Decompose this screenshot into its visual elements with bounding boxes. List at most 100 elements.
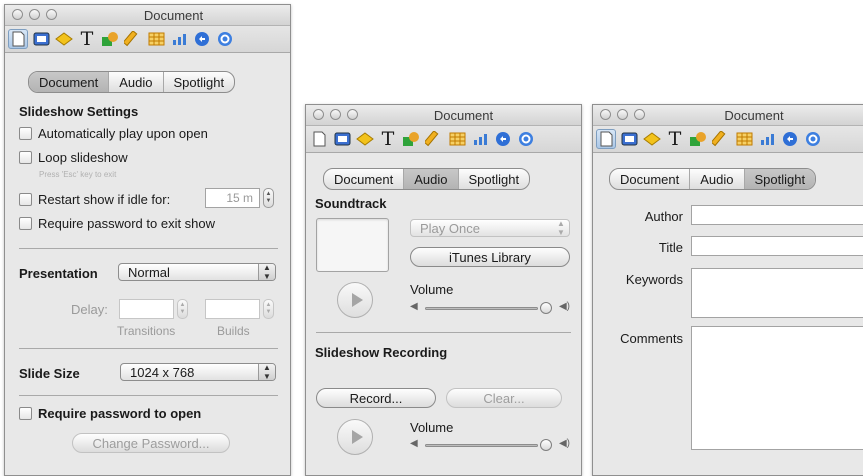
record-button[interactable]: Record... xyxy=(316,388,436,408)
tab-audio[interactable]: Audio xyxy=(404,169,459,189)
slide-inspector-icon[interactable] xyxy=(332,129,352,149)
slide-size-popup[interactable]: 1024 x 768 ▲ ▼ xyxy=(120,363,276,381)
idle-time-field[interactable]: 15 m xyxy=(205,188,260,208)
chart-inspector-icon[interactable] xyxy=(169,29,189,49)
metrics-inspector-icon[interactable] xyxy=(711,129,731,149)
inspector-toolbar: T xyxy=(5,26,290,53)
transition-delay-field[interactable] xyxy=(119,299,174,319)
zoom-button[interactable] xyxy=(46,9,57,20)
window-title: Document xyxy=(143,8,204,23)
build-delay-field[interactable] xyxy=(205,299,260,319)
text-inspector-icon[interactable]: T xyxy=(77,29,97,49)
checkbox-box[interactable] xyxy=(19,151,32,164)
checkbox-box[interactable] xyxy=(19,217,32,230)
slide-size-label: Slide Size xyxy=(19,366,80,381)
change-password-button[interactable]: Change Password... xyxy=(72,433,230,453)
itunes-library-button[interactable]: iTunes Library xyxy=(410,247,570,267)
build-inspector-icon[interactable] xyxy=(355,129,375,149)
inspector-toolbar: T xyxy=(306,126,581,153)
tab-audio[interactable]: Audio xyxy=(690,169,745,189)
restart-idle-checkbox[interactable]: Restart show if idle for: xyxy=(19,192,170,207)
tab-document[interactable]: Document xyxy=(324,169,405,189)
play-mode-popup[interactable]: Play Once ▲ ▼ xyxy=(410,219,570,237)
soundtrack-play-button[interactable] xyxy=(337,282,373,318)
inspector-tabs: Document Audio Spotlight xyxy=(28,71,236,93)
tab-spotlight[interactable]: Spotlight xyxy=(459,169,530,189)
idle-time-value: 15 m xyxy=(226,191,253,205)
require-open-label: Require password to open xyxy=(38,406,202,421)
graphic-inspector-icon[interactable] xyxy=(401,129,421,149)
checkbox-box[interactable] xyxy=(19,193,32,206)
quicktime-inspector-icon[interactable] xyxy=(803,129,823,149)
quicktime-inspector-icon[interactable] xyxy=(516,129,536,149)
hyperlink-inspector-icon[interactable] xyxy=(192,29,212,49)
slider-track xyxy=(425,444,538,447)
minimize-button[interactable] xyxy=(330,109,341,120)
soundtrack-drop-well[interactable] xyxy=(316,218,389,272)
presentation-label: Presentation xyxy=(19,266,98,281)
title-field[interactable] xyxy=(691,236,863,256)
comments-field[interactable] xyxy=(691,326,863,450)
build-delay-stepper[interactable]: ▲ ▼ xyxy=(263,299,274,319)
audio-inspector-window: Document T Document Audio Spotlight Soun… xyxy=(305,104,582,476)
title-bar[interactable]: Document xyxy=(593,105,863,126)
soundtrack-volume-slider[interactable]: ◀ ◀) xyxy=(410,301,570,314)
popup-arrows-icon: ▲ ▼ xyxy=(258,263,275,281)
transition-delay-stepper[interactable]: ▲ ▼ xyxy=(177,299,188,319)
checkbox-box[interactable] xyxy=(19,407,32,420)
tab-spotlight[interactable]: Spotlight xyxy=(744,169,816,189)
tab-document[interactable]: Document xyxy=(29,72,110,92)
chart-inspector-icon[interactable] xyxy=(470,129,490,149)
minimize-button[interactable] xyxy=(29,9,40,20)
title-bar[interactable]: Document xyxy=(306,105,581,126)
slider-knob[interactable] xyxy=(540,302,552,314)
require-password-open-checkbox[interactable]: Require password to open xyxy=(19,406,201,421)
hyperlink-inspector-icon[interactable] xyxy=(493,129,513,149)
document-inspector-icon[interactable] xyxy=(596,129,616,149)
volume-label: Volume xyxy=(410,282,454,297)
slide-inspector-icon[interactable] xyxy=(619,129,639,149)
restart-label: Restart show if idle for: xyxy=(38,192,171,207)
chart-inspector-icon[interactable] xyxy=(757,129,777,149)
recording-volume-slider[interactable]: ◀ ◀) xyxy=(410,438,570,451)
slide-inspector-icon[interactable] xyxy=(31,29,51,49)
slider-knob[interactable] xyxy=(540,439,552,451)
divider xyxy=(316,332,571,333)
clear-button[interactable]: Clear... xyxy=(446,388,562,408)
hyperlink-inspector-icon[interactable] xyxy=(780,129,800,149)
table-inspector-icon[interactable] xyxy=(447,129,467,149)
build-inspector-icon[interactable] xyxy=(642,129,662,149)
idle-time-stepper[interactable]: ▲ ▼ xyxy=(263,188,274,208)
tab-spotlight[interactable]: Spotlight xyxy=(164,72,235,92)
close-button[interactable] xyxy=(12,9,23,20)
document-inspector-icon[interactable] xyxy=(8,29,28,49)
quicktime-inspector-icon[interactable] xyxy=(215,29,235,49)
graphic-inspector-icon[interactable] xyxy=(100,29,120,49)
play-mode-value: Play Once xyxy=(420,220,480,236)
tab-audio[interactable]: Audio xyxy=(109,72,164,92)
metrics-inspector-icon[interactable] xyxy=(123,29,143,49)
build-inspector-icon[interactable] xyxy=(54,29,74,49)
author-field[interactable] xyxy=(691,205,863,225)
volume-label: Volume xyxy=(410,420,454,435)
table-inspector-icon[interactable] xyxy=(146,29,166,49)
text-inspector-icon[interactable]: T xyxy=(665,129,685,149)
table-inspector-icon[interactable] xyxy=(734,129,754,149)
document-inspector-icon[interactable] xyxy=(309,129,329,149)
soundtrack-header: Soundtrack xyxy=(315,196,387,211)
tab-document[interactable]: Document xyxy=(610,169,691,189)
title-bar[interactable]: Document xyxy=(5,5,290,26)
autoplay-checkbox[interactable]: Automatically play upon open xyxy=(19,126,208,141)
metrics-inspector-icon[interactable] xyxy=(424,129,444,149)
inspector-tabs: Document Audio Spotlight xyxy=(323,168,531,190)
graphic-inspector-icon[interactable] xyxy=(688,129,708,149)
slideshow-recording-header: Slideshow Recording xyxy=(315,345,448,360)
loop-slideshow-checkbox[interactable]: Loop slideshow xyxy=(19,150,128,165)
checkbox-box[interactable] xyxy=(19,127,32,140)
require-password-exit-checkbox[interactable]: Require password to exit show xyxy=(19,216,215,231)
close-button[interactable] xyxy=(313,109,324,120)
presentation-popup[interactable]: Normal ▲ ▼ xyxy=(118,263,276,281)
recording-play-button[interactable] xyxy=(337,419,373,455)
text-inspector-icon[interactable]: T xyxy=(378,129,398,149)
keywords-field[interactable] xyxy=(691,268,863,318)
